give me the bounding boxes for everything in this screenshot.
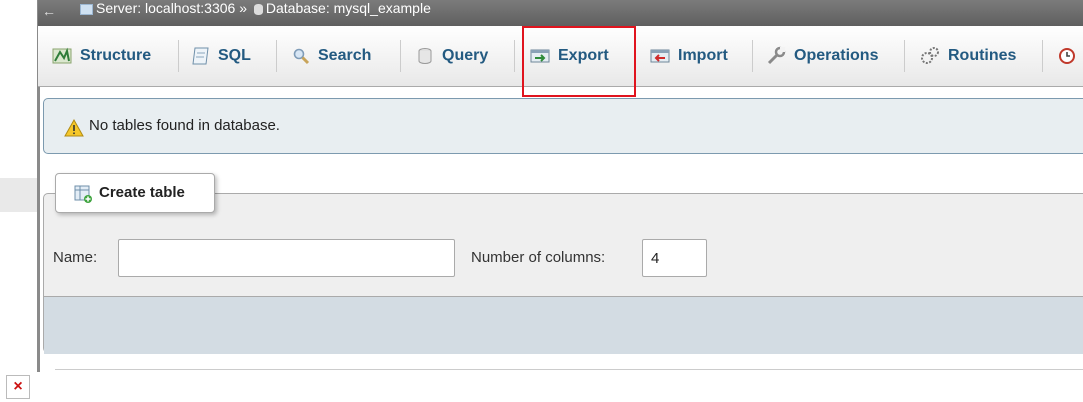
columns-label: Number of columns: xyxy=(471,249,606,266)
warning-icon xyxy=(64,119,84,137)
table-name-input[interactable] xyxy=(118,239,455,277)
search-icon xyxy=(293,48,310,64)
close-icon[interactable]: × xyxy=(6,375,30,399)
create-table-legend: Create table xyxy=(55,173,215,213)
routines-icon xyxy=(921,46,939,64)
tab-divider xyxy=(178,40,179,72)
tab-sql[interactable]: SQL xyxy=(192,36,251,76)
tab-routines-label: Routines xyxy=(948,47,1017,64)
tab-import-label: Import xyxy=(678,47,728,64)
create-table-icon xyxy=(74,185,92,203)
tab-divider xyxy=(276,40,277,72)
tab-sql-label: SQL xyxy=(218,47,251,64)
query-icon xyxy=(418,47,432,64)
server-icon xyxy=(80,3,93,15)
breadcrumb-server[interactable]: Server: localhost:3306 xyxy=(96,0,235,16)
number-of-columns-input[interactable] xyxy=(642,239,707,277)
tab-divider xyxy=(1042,40,1043,72)
tab-divider xyxy=(904,40,905,72)
tab-query-label: Query xyxy=(442,47,489,64)
breadcrumb-database[interactable]: Database: mysql_example xyxy=(266,0,431,16)
tab-operations[interactable]: Operations xyxy=(766,36,878,76)
tab-search[interactable]: Search xyxy=(292,36,371,76)
tab-operations-label: Operations xyxy=(794,47,879,64)
breadcrumb: Server: localhost:3306 » Database: mysql… xyxy=(80,0,431,21)
tab-routines[interactable]: Routines xyxy=(920,36,1016,76)
tab-divider xyxy=(400,40,401,72)
tab-query[interactable]: Query xyxy=(416,36,488,76)
tab-import[interactable]: Import xyxy=(650,36,728,76)
breadcrumb-bar: ← Server: localhost:3306 » Database: mys… xyxy=(38,0,1083,26)
clock-icon xyxy=(1059,47,1075,64)
import-icon xyxy=(650,49,670,63)
create-table-footer xyxy=(44,296,1083,354)
tab-divider xyxy=(514,40,515,72)
tab-structure[interactable]: Structure xyxy=(52,36,151,76)
wrench-icon xyxy=(767,46,786,64)
name-label: Name: xyxy=(53,249,98,266)
database-icon xyxy=(253,3,263,15)
create-table-title: Create table xyxy=(99,184,185,201)
sidebar-collapse-strip[interactable] xyxy=(0,178,38,212)
structure-icon xyxy=(52,47,72,64)
tab-structure-label: Structure xyxy=(80,47,152,64)
divider xyxy=(55,369,1083,370)
back-arrow-icon[interactable]: ← xyxy=(42,0,56,24)
tab-divider xyxy=(752,40,753,72)
notice-message: No tables found in database. xyxy=(89,117,280,134)
notice-box: No tables found in database. xyxy=(43,98,1083,154)
tab-more[interactable] xyxy=(1058,36,1083,76)
sql-icon xyxy=(192,47,209,65)
tab-search-label: Search xyxy=(318,47,372,64)
breadcrumb-separator: » xyxy=(239,0,247,16)
export-highlight-box xyxy=(522,26,636,97)
